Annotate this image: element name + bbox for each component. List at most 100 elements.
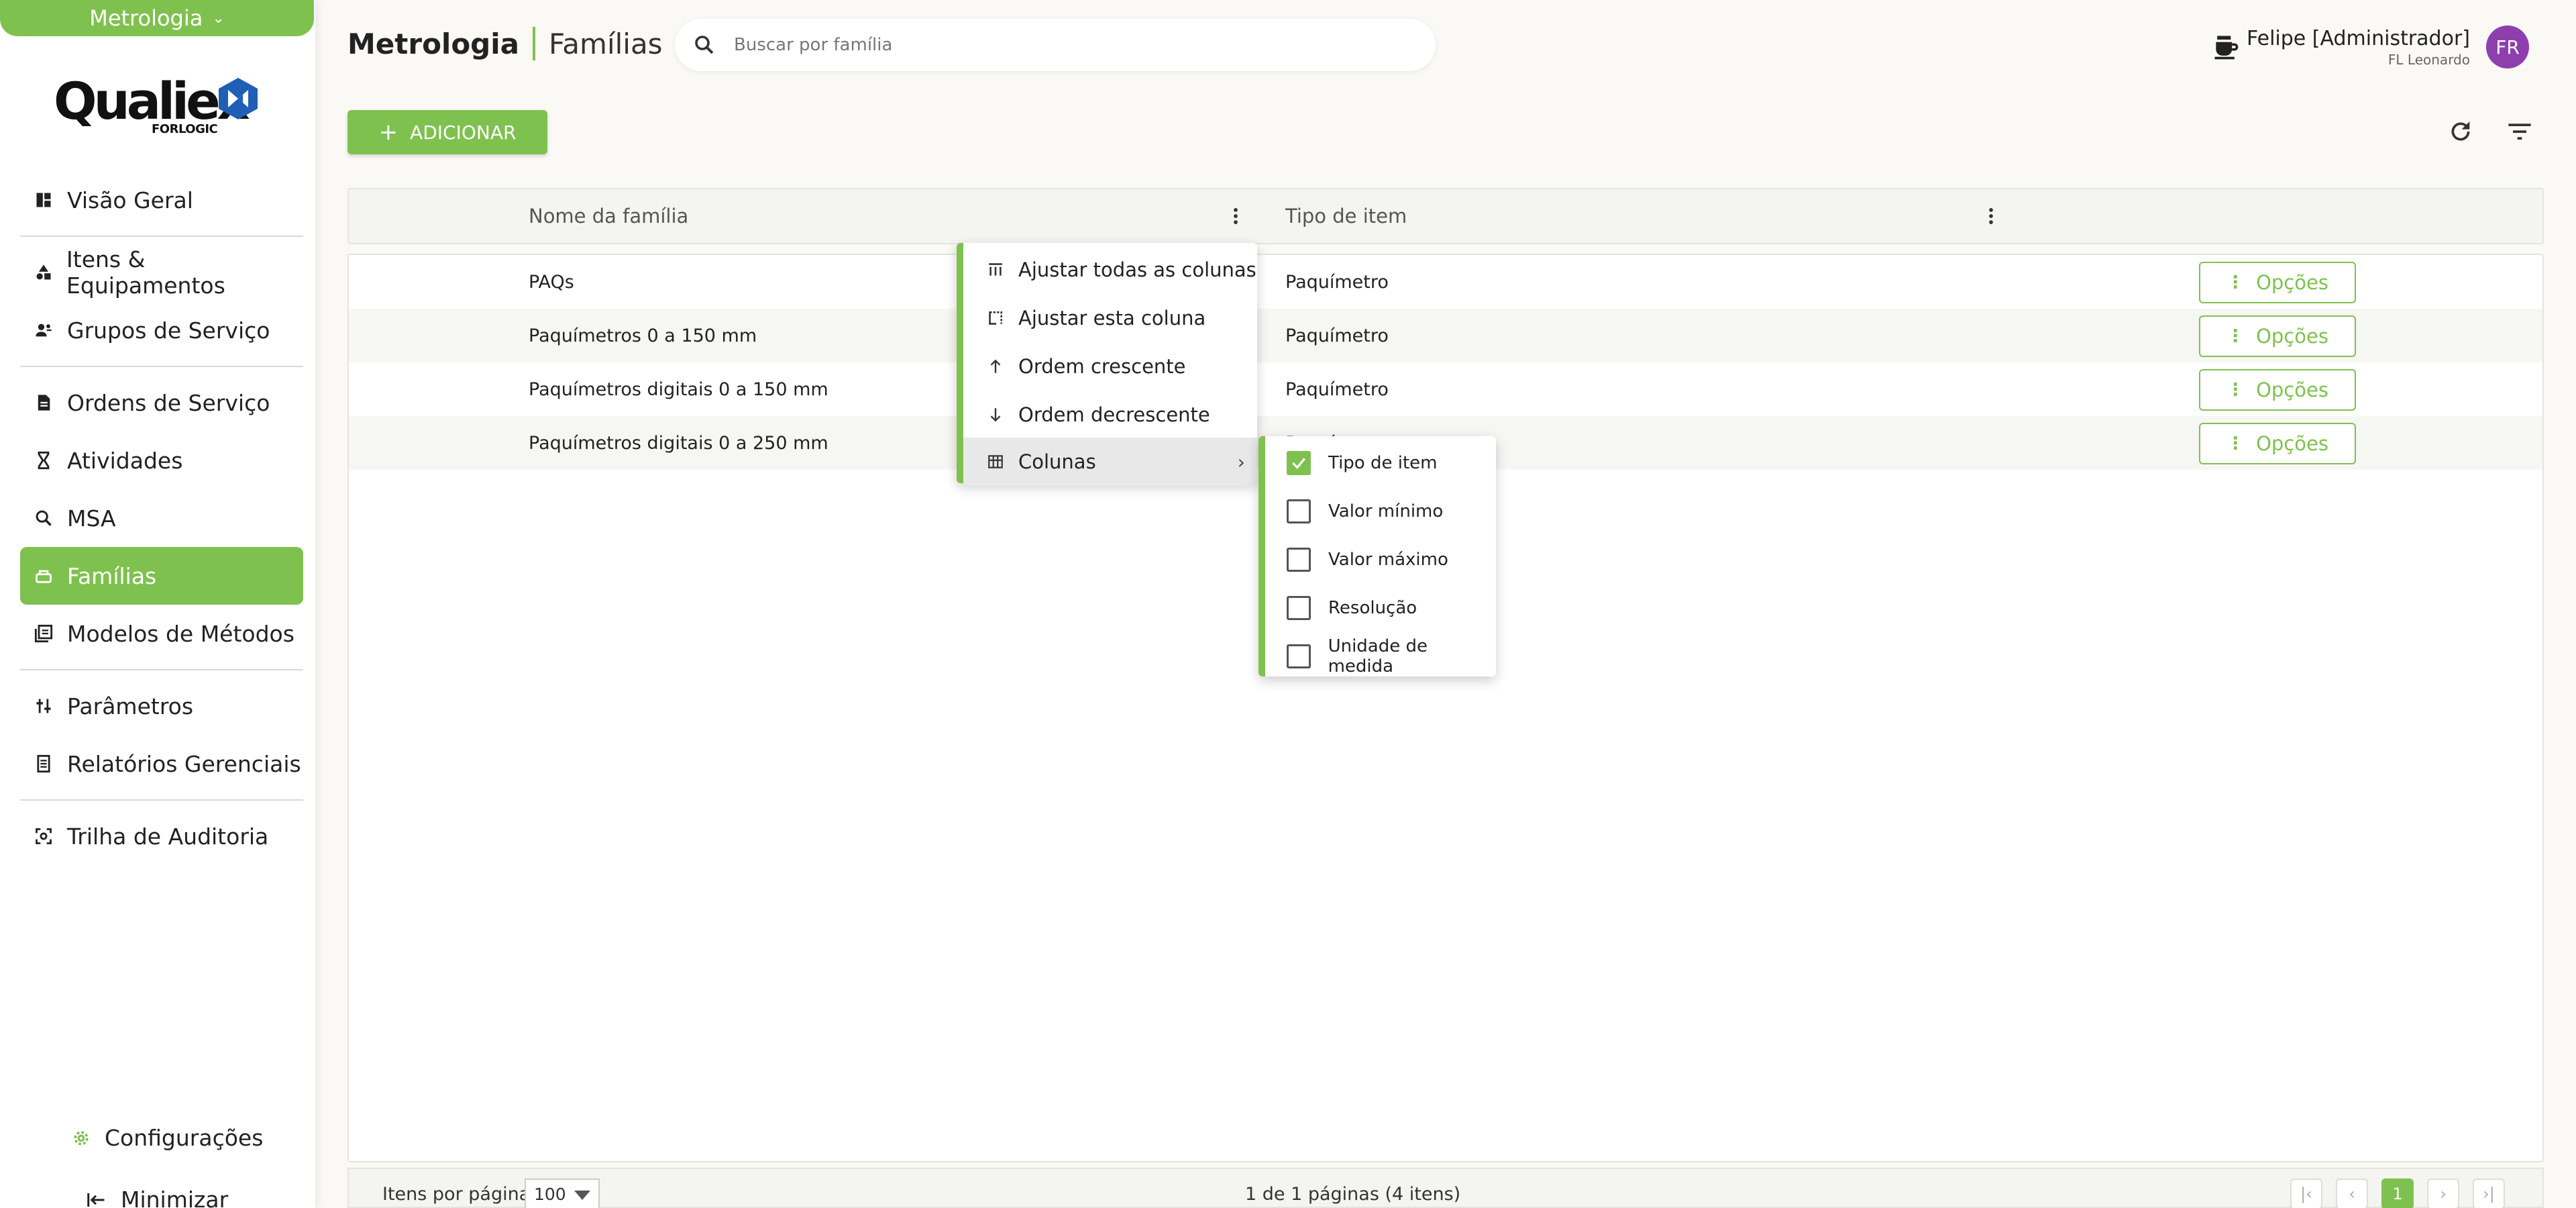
column-toggle-label: Tipo de item bbox=[1328, 453, 1438, 473]
autosize-all-icon bbox=[986, 260, 1005, 279]
add-button[interactable]: + ADICIONAR bbox=[347, 110, 547, 154]
column-toggle-tipo-item[interactable]: Tipo de item bbox=[1265, 439, 1496, 487]
menu-item-autosize-column[interactable]: Ajustar esta coluna bbox=[963, 294, 1257, 342]
options-label: Opções bbox=[2256, 271, 2328, 294]
filter-icon bbox=[2508, 123, 2531, 140]
chevron-down-icon: ⌄ bbox=[212, 9, 225, 27]
settings-link[interactable]: Configurações bbox=[71, 1125, 263, 1151]
sidebar-item-trilha-auditoria[interactable]: Trilha de Auditoria bbox=[20, 807, 303, 865]
items-per-page-select[interactable]: 100 bbox=[525, 1178, 600, 1208]
page-title-module: Metrologia bbox=[347, 27, 519, 60]
sidebar-item-visao-geral[interactable]: Visão Geral bbox=[20, 171, 303, 229]
sidebar-item-ordens-servico[interactable]: Ordens de Serviço bbox=[20, 374, 303, 432]
module-selector[interactable]: Metrologia ⌄ bbox=[0, 0, 314, 36]
report-icon bbox=[34, 754, 54, 774]
checkbox[interactable] bbox=[1287, 644, 1311, 668]
next-page-button[interactable]: › bbox=[2427, 1178, 2459, 1208]
page-number-button[interactable]: 1 bbox=[2381, 1178, 2414, 1208]
first-page-button[interactable]: |‹ bbox=[2290, 1178, 2322, 1208]
options-label: Opções bbox=[2256, 325, 2328, 348]
options-button[interactable]: ⋮ Opções bbox=[2199, 369, 2356, 411]
menu-item-columns[interactable]: Colunas › bbox=[963, 438, 1257, 486]
column-toggle-valor-maximo[interactable]: Valor máximo bbox=[1265, 536, 1496, 584]
chevron-right-icon: › bbox=[1237, 451, 1245, 473]
prev-page-button[interactable]: ‹ bbox=[2336, 1178, 2368, 1208]
first-page-icon: |‹ bbox=[2300, 1185, 2312, 1203]
more-vertical-icon: ⋮ bbox=[2226, 434, 2245, 454]
table-row[interactable]: Paquímetros 0 a 150 mm Paquímetro ⋮ Opçõe… bbox=[349, 309, 2542, 362]
options-label: Opções bbox=[2256, 432, 2328, 455]
search-box bbox=[675, 19, 1436, 71]
sidebar-item-parametros[interactable]: Parâmetros bbox=[20, 677, 303, 735]
user-info[interactable]: Felipe [Administrador] FL Leonardo bbox=[2247, 27, 2470, 68]
sidebar-item-grupos-servico[interactable]: Grupos de Serviço bbox=[20, 301, 303, 359]
sidebar-item-atividades[interactable]: Atividades bbox=[20, 432, 303, 489]
last-page-button[interactable]: ›| bbox=[2473, 1178, 2505, 1208]
sidebar-item-label: MSA bbox=[67, 505, 116, 532]
sidebar-item-label: Visão Geral bbox=[67, 187, 193, 213]
checkbox-checked[interactable] bbox=[1287, 451, 1311, 475]
sidebar-nav: Visão Geral Itens & Equipamentos Grupos … bbox=[20, 171, 303, 865]
search-input[interactable] bbox=[734, 35, 1338, 55]
sidebar-item-modelos-metodos[interactable]: Modelos de Métodos bbox=[20, 605, 303, 662]
options-button[interactable]: ⋮ Opções bbox=[2199, 262, 2356, 303]
table-columns-icon bbox=[986, 452, 1005, 471]
minimize-sidebar-button[interactable]: Minimizar bbox=[85, 1187, 228, 1208]
column-toggle-valor-minimo[interactable]: Valor mínimo bbox=[1265, 487, 1496, 536]
sidebar-item-relatorios[interactable]: Relatórios Gerenciais bbox=[20, 735, 303, 793]
column-toggle-unidade-medida[interactable]: Unidade de medida bbox=[1265, 632, 1496, 681]
nav-divider bbox=[20, 799, 303, 801]
table-row[interactable]: PAQs Paquímetro ⋮ Opções bbox=[349, 255, 2542, 309]
table-row[interactable]: Paquímetros digitais 0 a 150 mm Paquímet… bbox=[349, 362, 2542, 416]
checkbox[interactable] bbox=[1287, 499, 1311, 523]
refresh-button[interactable] bbox=[2445, 115, 2477, 148]
options-label: Opções bbox=[2256, 379, 2328, 401]
chevron-right-icon: › bbox=[2440, 1185, 2447, 1203]
arrow-up-icon bbox=[986, 357, 1005, 376]
cell-tipo: Paquímetro bbox=[1285, 325, 1389, 346]
column-toggle-resolucao[interactable]: Resolução bbox=[1265, 584, 1496, 632]
coffee-icon[interactable] bbox=[2211, 32, 2241, 62]
group-icon bbox=[34, 320, 54, 340]
options-button[interactable]: ⋮ Opções bbox=[2199, 315, 2356, 357]
filter-button[interactable] bbox=[2504, 115, 2536, 148]
column-header-tipo[interactable]: Tipo de item bbox=[1285, 189, 1407, 243]
more-vertical-icon bbox=[1234, 208, 1238, 224]
more-vertical-icon: ⋮ bbox=[2226, 380, 2245, 400]
sidebar-item-label: Relatórios Gerenciais bbox=[67, 750, 301, 777]
pagination-bar: Itens por página 100 1 de 1 páginas (4 i… bbox=[347, 1168, 2544, 1208]
menu-item-label: Ordem decrescente bbox=[1018, 403, 1210, 426]
library-icon bbox=[34, 623, 54, 644]
more-vertical-icon: ⋮ bbox=[2226, 272, 2245, 293]
menu-item-label: Ajustar esta coluna bbox=[1018, 307, 1206, 330]
sidebar-item-msa[interactable]: MSA bbox=[20, 489, 303, 547]
sidebar-item-itens-equipamentos[interactable]: Itens & Equipamentos bbox=[20, 244, 303, 301]
options-button[interactable]: ⋮ Opções bbox=[2199, 423, 2356, 464]
sidebar-item-familias[interactable]: Famílias bbox=[20, 547, 303, 605]
avatar[interactable]: FR bbox=[2486, 26, 2529, 68]
column-header-nome[interactable]: Nome da família bbox=[529, 189, 688, 243]
checkbox[interactable] bbox=[1287, 596, 1311, 620]
qualiex-logo: Qualiex FORLOGIC bbox=[54, 71, 262, 138]
settings-label: Configurações bbox=[105, 1125, 264, 1151]
items-per-page-label: Itens por página bbox=[382, 1184, 531, 1205]
cell-nome: PAQs bbox=[529, 271, 574, 293]
sidebar: Metrologia ⌄ Qualiex FORLOGIC Visão Gera… bbox=[0, 0, 315, 1208]
columns-submenu: Tipo de item Valor mínimo Valor máximo R… bbox=[1258, 436, 1496, 676]
cell-tipo: Paquímetro bbox=[1285, 379, 1389, 400]
shapes-icon bbox=[34, 262, 53, 283]
sidebar-item-label: Itens & Equipamentos bbox=[66, 246, 225, 299]
search-icon bbox=[695, 36, 714, 54]
checkbox[interactable] bbox=[1287, 548, 1311, 572]
column-menu-button[interactable] bbox=[1224, 204, 1248, 228]
menu-item-autosize-all[interactable]: Ajustar todas as colunas bbox=[963, 246, 1257, 294]
more-vertical-icon bbox=[1989, 208, 1993, 224]
sidebar-item-label: Famílias bbox=[67, 562, 157, 589]
more-vertical-icon: ⋮ bbox=[2226, 326, 2245, 346]
menu-item-sort-ascending[interactable]: Ordem crescente bbox=[963, 342, 1257, 391]
column-menu-button[interactable] bbox=[1979, 204, 2003, 228]
grid-header: Nome da família Tipo de item bbox=[347, 188, 2544, 244]
audit-icon bbox=[34, 826, 54, 846]
document-icon bbox=[34, 393, 54, 413]
menu-item-sort-descending[interactable]: Ordem decrescente bbox=[963, 391, 1257, 439]
